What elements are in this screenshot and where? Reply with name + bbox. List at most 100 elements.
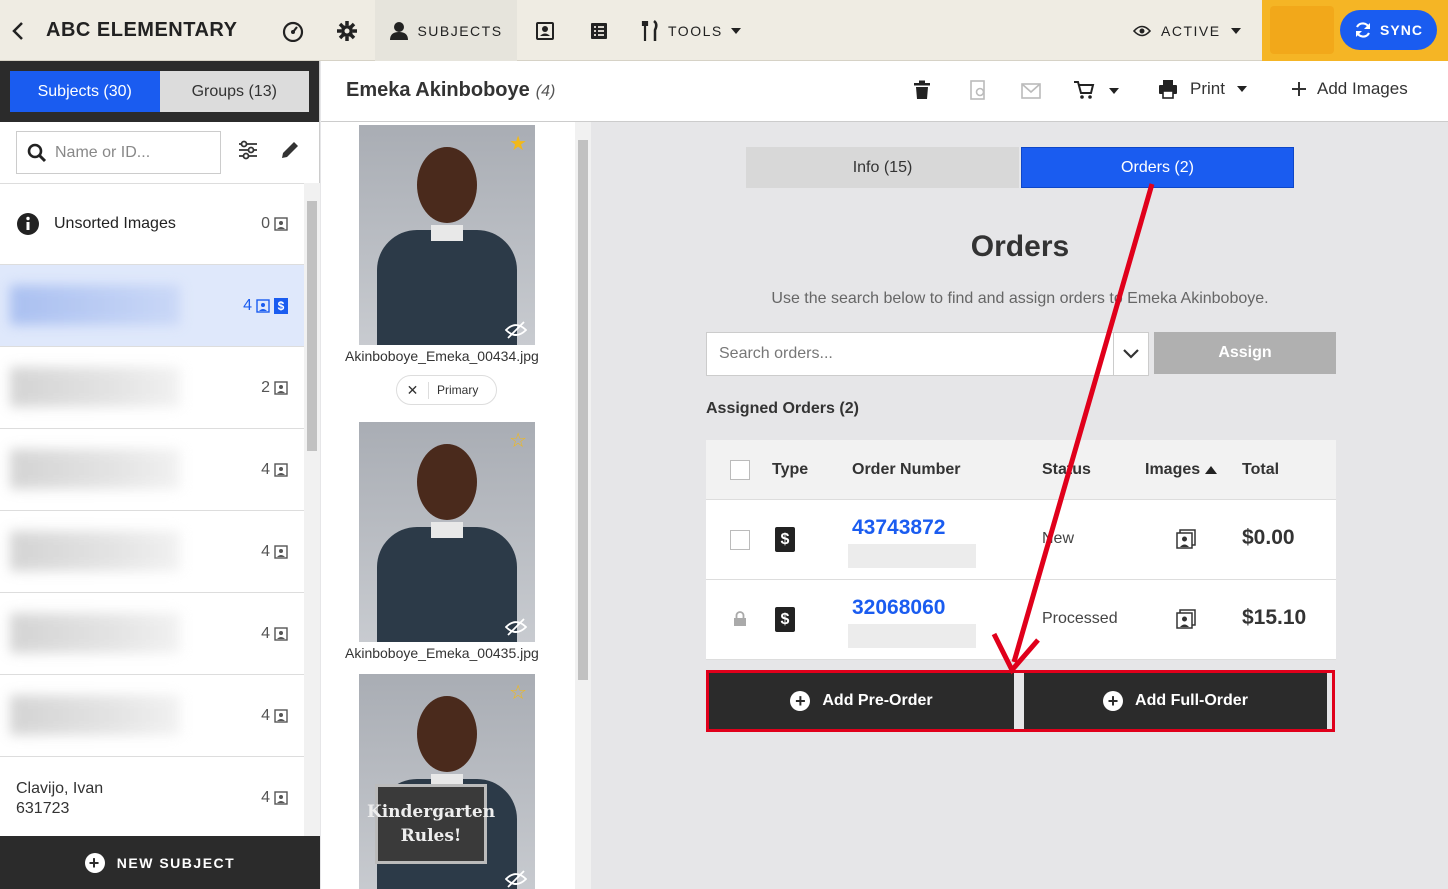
search-orders-dropdown[interactable] (1114, 332, 1149, 376)
tools-label: TOOLS (668, 22, 723, 39)
new-subject-label: NEW SUBJECT (116, 854, 236, 871)
eye-slash-icon[interactable] (505, 618, 527, 636)
tab-groups[interactable]: Groups (13) (159, 71, 309, 112)
subject-photo[interactable]: ★ (359, 125, 535, 345)
orders-table: Type Order Number Status Images Total $ … (706, 440, 1336, 660)
tab-subjects-label: SUBJECTS (417, 22, 503, 39)
add-full-order-button[interactable]: + Add Full-Order (1024, 673, 1327, 729)
list-item[interactable]: 4 (0, 429, 304, 511)
add-order-buttons-highlight: + Add Pre-Order + Add Full-Order (706, 670, 1335, 732)
image-count: 4 (261, 543, 288, 561)
filter-icon[interactable] (238, 140, 258, 160)
order-number-link[interactable]: 32068060 (852, 596, 945, 620)
id-card-icon[interactable] (532, 0, 558, 61)
search-orders-input[interactable]: Search orders... (706, 332, 1114, 376)
list-item[interactable]: 2 (0, 347, 304, 429)
dashboard-icon[interactable] (280, 0, 306, 61)
star-filled-icon[interactable]: ★ (509, 131, 527, 156)
list-item[interactable]: 4 (0, 675, 304, 757)
sync-button[interactable]: SYNC (1340, 10, 1437, 50)
add-images-button[interactable]: Add Images (1291, 79, 1408, 99)
close-icon[interactable]: ✕ (397, 381, 429, 399)
eye-slash-icon[interactable] (505, 321, 527, 339)
images-icon[interactable] (1176, 529, 1196, 549)
list-doc-icon[interactable] (586, 0, 612, 61)
person-icon (390, 21, 409, 40)
tab-subjects-list[interactable]: Subjects (30) (10, 71, 160, 112)
pencil-icon[interactable] (280, 140, 300, 160)
subject-name-redacted (10, 367, 180, 407)
list-item[interactable]: 4 (0, 593, 304, 675)
image-count: 4 (261, 625, 288, 643)
image-icon (274, 709, 288, 723)
search-input[interactable]: Name or ID... (16, 131, 221, 174)
add-full-order-label: Add Full-Order (1135, 692, 1248, 709)
assigned-orders-heading: Assigned Orders (2) (706, 400, 859, 417)
col-type: Type (772, 461, 809, 478)
search-icon (27, 143, 47, 162)
subject-name-redacted (10, 695, 180, 735)
image-icon (274, 217, 288, 231)
row-checkbox[interactable] (730, 530, 750, 550)
assign-button[interactable]: Assign (1154, 332, 1336, 374)
trash-icon[interactable] (913, 80, 931, 100)
unsorted-images-item[interactable]: Unsorted Images 0 (0, 183, 304, 265)
tab-info[interactable]: Info (15) (746, 147, 1019, 188)
tab-subjects[interactable]: SUBJECTS (375, 0, 517, 61)
col-status[interactable]: Status (1042, 461, 1091, 479)
order-status: Processed (1042, 610, 1118, 627)
order-number-link[interactable]: 43743872 (852, 516, 945, 540)
col-total[interactable]: Total (1242, 461, 1279, 479)
image-icon (274, 791, 288, 805)
plus-icon: + (84, 852, 105, 873)
new-subject-button[interactable]: + NEW SUBJECT (0, 836, 320, 889)
tab-orders[interactable]: Orders (2) (1021, 147, 1294, 188)
subject-tabs: Subjects (30) Groups (13) (0, 61, 319, 122)
table-row[interactable]: $ 32068060 Processed $15.10 (706, 580, 1336, 660)
chevron-down-icon (1123, 349, 1139, 359)
photo-filename: Akinboboye_Emeka_00435.jpg (345, 645, 539, 661)
print-menu[interactable]: Print (1158, 79, 1247, 99)
printer-icon (1159, 80, 1177, 99)
image-count: 0 (261, 215, 288, 233)
dollar-icon: $ (775, 527, 795, 552)
list-item[interactable]: 4 $ (0, 265, 304, 347)
back-icon[interactable] (8, 0, 28, 61)
document-icon[interactable] (969, 80, 987, 100)
list-item[interactable]: Clavijo, Ivan 631723 4 (0, 757, 304, 839)
photo-scrollbar[interactable] (575, 122, 591, 889)
eye-slash-icon[interactable] (505, 870, 527, 888)
table-row[interactable]: $ 43743872 New $0.00 (706, 500, 1336, 580)
col-images[interactable]: Images (1145, 461, 1217, 479)
add-pre-order-label: Add Pre-Order (822, 692, 933, 709)
subject-photo[interactable]: Kindergarten Rules! ☆ (359, 674, 535, 889)
cart-icon[interactable] (1073, 80, 1095, 100)
tools-menu[interactable]: TOOLS (640, 0, 741, 61)
col-order-number[interactable]: Order Number (852, 461, 960, 479)
subject-list-scrollbar[interactable] (304, 183, 320, 889)
mail-icon[interactable] (1021, 80, 1041, 100)
chevron-down-icon[interactable] (1109, 88, 1119, 94)
school-name: ABC ELEMENTARY (46, 19, 238, 41)
sync-label: SYNC (1380, 22, 1423, 38)
kindergarten-sign: Kindergarten Rules! (367, 784, 495, 864)
list-item[interactable]: 4 (0, 511, 304, 593)
star-outline-icon[interactable]: ☆ (509, 680, 527, 705)
gear-icon[interactable] (334, 0, 360, 61)
order-subtext-redacted (848, 544, 976, 568)
select-all-checkbox[interactable] (730, 460, 750, 480)
active-filter[interactable]: ACTIVE (1133, 0, 1241, 61)
order-total: $0.00 (1242, 526, 1295, 549)
primary-tag: ✕ Primary (396, 375, 497, 405)
primary-label: Primary (437, 383, 479, 397)
plus-icon (1292, 82, 1306, 96)
photo-column: ★ Akinboboye_Emeka_00434.jpg ✕ Primary ☆… (321, 122, 591, 889)
subject-name: Clavijo, Ivan 631723 (16, 780, 104, 817)
subject-list: Unsorted Images 0 4$ 2 4 4 4 4 Clavijo, (0, 183, 304, 889)
subject-photo[interactable]: ☆ (359, 422, 535, 642)
image-count: 4 (261, 707, 288, 725)
images-icon[interactable] (1176, 609, 1196, 629)
star-outline-icon[interactable]: ☆ (509, 428, 527, 453)
add-pre-order-button[interactable]: + Add Pre-Order (709, 673, 1014, 729)
subject-name-redacted (10, 449, 180, 489)
